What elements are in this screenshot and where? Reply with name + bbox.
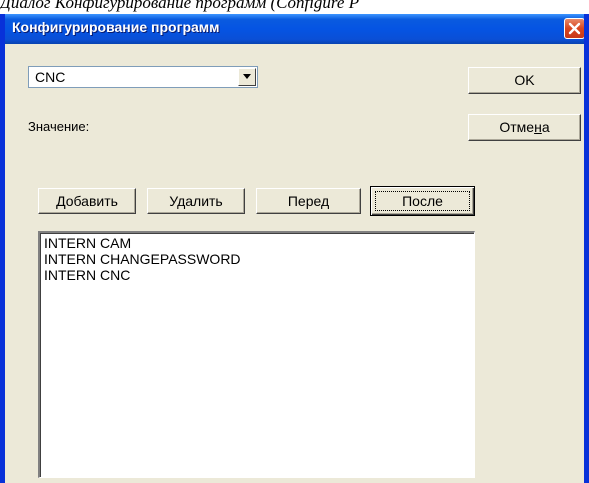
dialog-title: Конфигурирование программ: [12, 19, 220, 35]
list-item[interactable]: INTERN CHANGEPASSWORD: [44, 251, 470, 267]
program-select-dropdown-button[interactable]: [238, 68, 256, 86]
delete-button[interactable]: Удалить: [147, 188, 245, 214]
insert-before-button[interactable]: Перед: [256, 188, 361, 214]
cancel-button[interactable]: Отмена: [468, 114, 581, 141]
insert-after-button-label: После: [402, 193, 443, 209]
close-icon: [568, 22, 581, 35]
list-item[interactable]: INTERN CNC: [44, 267, 470, 283]
ok-button-label: OK: [514, 72, 535, 88]
insert-after-button[interactable]: После: [370, 186, 475, 216]
program-entries-list[interactable]: INTERN CAM INTERN CHANGEPASSWORD INTERN …: [38, 231, 475, 478]
document-caption: Диалог Конфигурирование программ (Config…: [0, 0, 360, 12]
chevron-down-icon: [243, 74, 251, 79]
list-item[interactable]: INTERN CAM: [44, 235, 470, 251]
add-button[interactable]: Добавить: [38, 188, 136, 214]
program-select[interactable]: CNC: [28, 66, 258, 88]
program-select-value: CNC: [35, 69, 66, 85]
add-button-label: Добавить: [56, 193, 118, 209]
title-bar: Конфигурирование программ: [5, 14, 584, 44]
configure-programs-dialog: Конфигурирование программ CNC Значение: …: [0, 14, 589, 483]
cancel-button-label: Отмена: [499, 119, 550, 135]
ok-button[interactable]: OK: [468, 67, 581, 94]
value-label: Значение:: [28, 119, 90, 134]
close-button[interactable]: [564, 18, 584, 39]
insert-before-button-label: Перед: [287, 193, 330, 209]
delete-button-label: Удалить: [169, 193, 223, 209]
cancel-button-accelerator: н: [534, 119, 542, 135]
